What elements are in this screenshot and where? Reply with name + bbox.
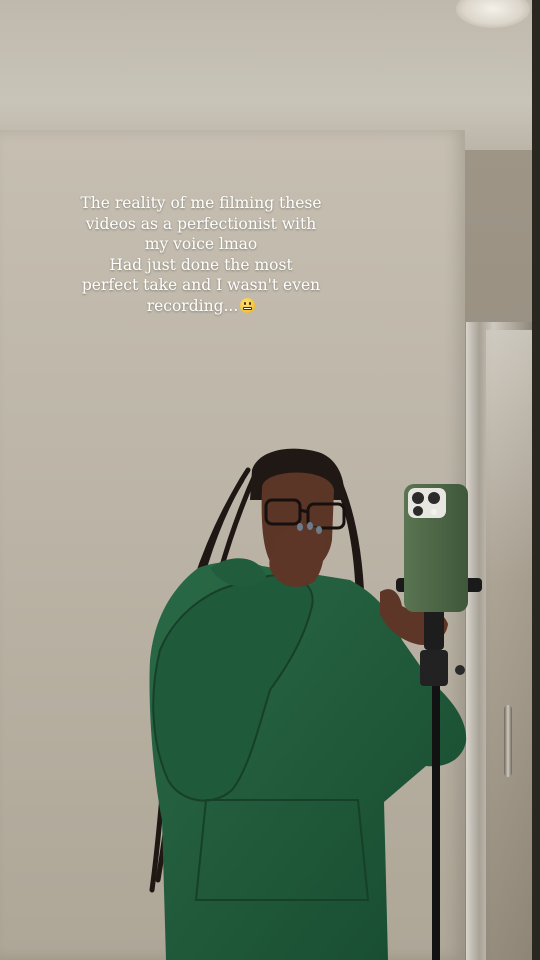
story-caption-text: The reality of me filming these videos a… [70, 193, 332, 316]
smartphone [404, 484, 468, 612]
mirror-selfie-scene: The reality of me filming these videos a… [0, 0, 540, 960]
caption-line-2: videos as a perfectionist with [85, 214, 317, 233]
caption-line-6-text: recording... [146, 296, 239, 315]
caption-line-3: my voice lmao [144, 235, 258, 253]
grimacing-face-icon [240, 297, 256, 313]
caption-line-1: The reality of me filming these [80, 194, 322, 212]
person-illustration [149, 448, 482, 960]
caption-line-4: Had just done the most [109, 255, 293, 274]
caption-line-5: perfect take and I wasn't even [81, 276, 321, 294]
caption-line-6: recording... [70, 296, 332, 317]
